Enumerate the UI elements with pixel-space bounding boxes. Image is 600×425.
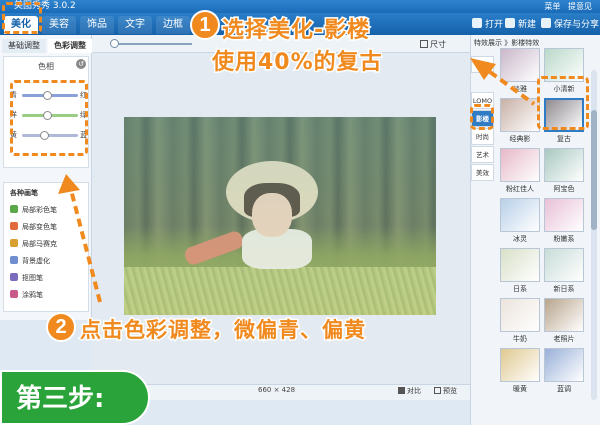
- step-banner-text: 第三步:: [16, 384, 105, 414]
- step2-instruction: 点击色彩调整，微偏青、偏黄: [79, 317, 367, 344]
- step2-badge: 2: [46, 312, 76, 342]
- step1-instruction-line2: 使用40%的复古: [211, 49, 384, 77]
- step1-instruction-line1: 选择美化-影楼: [220, 17, 371, 45]
- step1-badge: 1: [190, 10, 220, 40]
